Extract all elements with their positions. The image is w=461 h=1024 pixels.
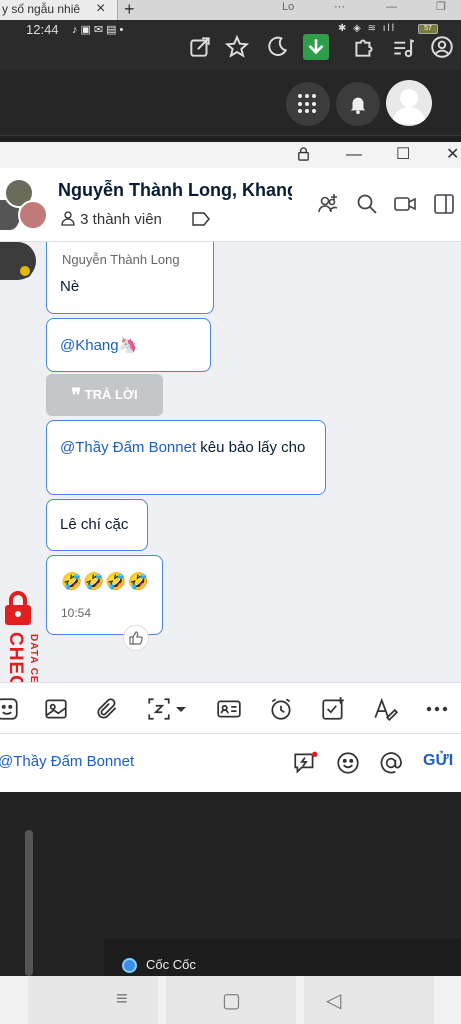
home-icon[interactable]: ▢ xyxy=(222,988,241,1013)
mention-link[interactable]: @Thầy Đấm Bonnet xyxy=(60,439,196,456)
message-input[interactable]: @Thầy Đấm Bonnet xyxy=(0,753,134,770)
coccoc-browser-icon xyxy=(122,958,137,973)
person-icon xyxy=(61,211,75,226)
message-text: Nè xyxy=(60,278,80,295)
quote-icon: ❞ xyxy=(71,385,82,405)
text-format-icon[interactable] xyxy=(372,696,399,722)
system-nav-bar: ≡ ▢ ◁ xyxy=(0,976,461,1024)
bookmark-star-icon[interactable] xyxy=(224,34,250,60)
sender-name: Nguyễn Thành Long xyxy=(62,252,180,267)
contact-card-icon[interactable] xyxy=(216,696,242,722)
partial-tab-label[interactable]: Lo xyxy=(282,0,294,14)
reminder-clock-icon[interactable] xyxy=(268,696,294,722)
browser-tab-title: y số ngẫu nhiê xyxy=(2,2,81,16)
maximize-chat-icon[interactable]: ☐ xyxy=(396,144,410,166)
apps-grid-button[interactable] xyxy=(286,82,330,126)
members-count[interactable]: 3 thành viên xyxy=(60,210,162,228)
task-checkbox-icon[interactable] xyxy=(320,696,346,722)
user-avatar[interactable] xyxy=(386,80,432,126)
taskbar-app-label: Cốc Cốc xyxy=(146,957,196,972)
message-text: kêu bảo lấy cho xyxy=(200,439,306,456)
scrollbar[interactable] xyxy=(25,830,33,976)
sticker-icon[interactable] xyxy=(0,696,20,722)
message-bubble[interactable]: Nguyễn Thành Long Nè xyxy=(46,242,214,314)
reply-button[interactable]: ❞ TRẢ LỜI xyxy=(46,374,163,416)
message-bubble[interactable]: @Thầy Đấm Bonnet kêu bảo lấy cho xyxy=(46,420,326,495)
lock-icon[interactable] xyxy=(296,144,311,166)
watermark-lock-icon xyxy=(5,591,31,625)
send-button[interactable]: GỬI xyxy=(423,752,453,770)
status-signal-icons: ✱ ◈ ≋ ıll xyxy=(338,23,397,34)
quick-message-icon[interactable] xyxy=(292,750,318,776)
download-icon[interactable] xyxy=(303,34,329,60)
message-text: @Khang🦄 xyxy=(60,337,138,354)
browser-toolbar: 12:44 ♪▣✉▤• ✱ ◈ ≋ ıll 57 xyxy=(0,20,461,70)
background-page: Cốc Cốc xyxy=(0,792,461,976)
chat-title[interactable]: Nguyễn Thành Long, Khang xyxy=(58,180,292,201)
composer-toolbar xyxy=(0,682,461,734)
message-bubble[interactable]: 🤣🤣🤣🤣 10:54 xyxy=(46,555,163,635)
restore-window-icon[interactable]: ❐ xyxy=(436,0,446,14)
recent-app-thumbnail xyxy=(304,976,434,1024)
attachment-icon[interactable] xyxy=(95,696,121,722)
share-icon[interactable] xyxy=(187,34,213,60)
message-text: 🤣🤣🤣🤣 xyxy=(61,572,150,591)
profile-icon[interactable] xyxy=(429,34,455,60)
minimize-window-icon[interactable]: — xyxy=(386,0,397,14)
extensions-puzzle-icon[interactable] xyxy=(351,34,377,60)
sidebar-toggle-icon[interactable] xyxy=(432,192,456,216)
close-tab-icon[interactable]: × xyxy=(96,0,105,18)
message-time: 10:54 xyxy=(61,606,92,620)
mention-at-icon[interactable] xyxy=(378,750,404,776)
apps-grid-icon xyxy=(298,94,318,114)
more-options-icon[interactable] xyxy=(424,696,450,722)
browser-tab-strip: y số ngẫu nhiê × + Lo ⋯ — ❐ xyxy=(0,0,461,20)
add-member-icon[interactable] xyxy=(316,192,340,216)
back-icon[interactable]: ◁ xyxy=(326,988,341,1013)
status-app-icons: ♪▣✉▤• xyxy=(72,24,127,36)
avatar-silhouette-icon xyxy=(392,89,426,124)
tag-icon[interactable] xyxy=(192,212,210,226)
image-icon[interactable] xyxy=(43,696,69,722)
playlist-icon[interactable] xyxy=(390,34,416,60)
chat-window-titlebar: — ☐ ✕ xyxy=(0,142,461,168)
recent-app-thumbnail xyxy=(28,976,158,1024)
battery-icon: 57 xyxy=(418,24,438,34)
notifications-button[interactable] xyxy=(336,82,380,126)
members-label: 3 thành viên xyxy=(80,211,162,228)
new-tab-button[interactable]: + xyxy=(124,0,135,18)
sender-avatar[interactable] xyxy=(0,242,36,280)
thumbs-up-icon xyxy=(129,631,143,645)
chat-header: Nguyễn Thành Long, Khang 3 thành viên xyxy=(0,168,461,242)
screenshot-icon[interactable] xyxy=(146,696,172,722)
group-avatar[interactable] xyxy=(0,176,50,234)
dark-mode-icon[interactable] xyxy=(264,34,290,60)
reply-label: TRẢ LỜI xyxy=(84,387,138,402)
message-bubble[interactable]: Lê chí cặc xyxy=(46,499,148,551)
composer-input-row: @Thầy Đấm Bonnet GỬI xyxy=(0,734,461,792)
chevron-down-icon[interactable] xyxy=(174,696,188,722)
key-badge-icon xyxy=(18,264,32,278)
browser-tab[interactable]: y số ngẫu nhiê × xyxy=(0,0,118,20)
message-bubble[interactable]: @Khang🦄 xyxy=(46,318,211,372)
emoji-icon[interactable] xyxy=(335,750,361,776)
taskbar-window[interactable]: Cốc Cốc xyxy=(104,938,461,976)
app-header xyxy=(0,70,461,136)
chat-window: — ☐ ✕ Nguyễn Thành Long, Khang 3 thành v… xyxy=(0,142,461,820)
minimize-chat-icon[interactable]: — xyxy=(346,144,362,166)
close-chat-icon[interactable]: ✕ xyxy=(446,144,459,166)
recents-menu-icon[interactable]: ≡ xyxy=(116,988,128,1011)
overflow-icon[interactable]: ⋯ xyxy=(334,0,345,14)
search-icon[interactable] xyxy=(355,192,379,216)
like-button[interactable] xyxy=(123,625,149,651)
message-list[interactable]: Nguyễn Thành Long Nè @Khang🦄 ❞ TRẢ LỜI @… xyxy=(0,242,461,682)
video-call-icon[interactable] xyxy=(393,192,417,216)
bell-icon xyxy=(350,97,366,115)
status-time: 12:44 xyxy=(26,22,59,37)
message-text: Lê chí cặc xyxy=(60,516,129,533)
